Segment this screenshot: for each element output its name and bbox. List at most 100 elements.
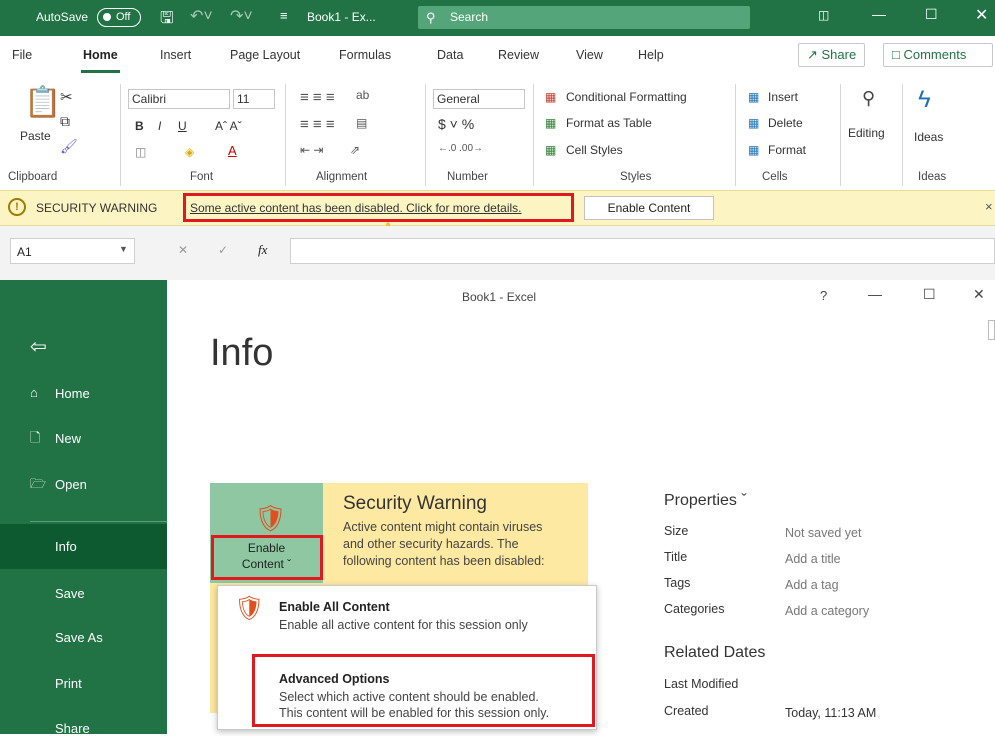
customize-qat-icon[interactable]: ≡ <box>280 8 288 23</box>
indent-icon[interactable]: ⇤ ⇥ <box>300 143 323 157</box>
function-icon[interactable]: fx <box>258 242 267 258</box>
ideas-button[interactable]: Ideas <box>914 130 943 144</box>
font-size-select[interactable]: 11 <box>233 89 275 109</box>
search-box[interactable]: ⚲ Search <box>418 6 750 29</box>
nav-home[interactable]: Home <box>55 386 90 401</box>
divider <box>735 84 736 186</box>
share-button[interactable]: ↗ Share <box>798 43 866 67</box>
scrollbar[interactable] <box>988 320 995 340</box>
enable-all-content-option[interactable]: Enable All Content Enable all active con… <box>218 586 596 638</box>
cancel-icon[interactable]: ✕ <box>178 243 188 257</box>
borders-icon[interactable]: ◫ <box>135 145 146 159</box>
enable-content-button[interactable]: Enable Content <box>584 196 714 220</box>
share-icon: ↗ <box>807 47 822 62</box>
paste-icon[interactable]: 📋 <box>24 85 61 120</box>
insert-cells-button[interactable]: Insert <box>768 90 798 104</box>
format-painter-icon[interactable]: 🖌 <box>60 138 78 155</box>
security-warning-text: following content has been disabled: <box>343 554 545 568</box>
tab-formulas[interactable]: Formulas <box>339 48 391 62</box>
delete-cells-button[interactable]: Delete <box>768 116 803 130</box>
wrap-text-icon[interactable]: ab <box>356 88 369 102</box>
cell-styles-icon: ▦ <box>545 143 557 157</box>
name-box[interactable]: A1 ▼ <box>10 238 135 264</box>
security-warning-title: SECURITY WARNING <box>36 201 158 215</box>
autosave-label: AutoSave <box>36 10 89 24</box>
help-icon[interactable]: ? <box>820 288 827 303</box>
increase-font-icon[interactable]: Aˆ Aˇ <box>215 119 242 133</box>
divider <box>120 84 121 186</box>
align-top-icon[interactable]: ≡ ≡ ≡ <box>300 89 335 106</box>
properties-dropdown[interactable]: Properties ˇ <box>664 492 747 510</box>
tab-data[interactable]: Data <box>437 48 463 62</box>
close-warning-icon[interactable]: × <box>985 199 993 214</box>
property-value[interactable]: Add a category <box>785 604 869 618</box>
enter-icon[interactable]: ✓ <box>218 243 228 257</box>
nav-print[interactable]: Print <box>55 676 82 691</box>
merge-icon[interactable]: ▤ <box>356 116 367 130</box>
ribbon-display-icon[interactable]: ◫ <box>818 8 829 22</box>
number-buttons[interactable]: $ ˅ % <box>438 116 474 132</box>
tab-page-layout[interactable]: Page Layout <box>230 48 300 62</box>
editing-button[interactable]: Editing <box>848 126 885 140</box>
nav-info[interactable]: Info <box>0 524 167 569</box>
decimal-icon[interactable]: ←.0 .00→ <box>438 143 483 154</box>
close-icon[interactable]: ✕ <box>973 286 985 303</box>
tab-review[interactable]: Review <box>498 48 539 62</box>
conditional-formatting-button[interactable]: Conditional Formatting <box>566 90 687 104</box>
editing-search-icon[interactable]: ⚲ <box>862 88 875 109</box>
cut-icon[interactable]: ✂ <box>60 88 73 106</box>
font-color-icon[interactable]: A <box>228 143 237 158</box>
divider <box>30 521 167 522</box>
comments-button[interactable]: □ Comments <box>883 43 993 67</box>
nav-new[interactable]: New <box>55 431 81 446</box>
security-warning-text: and other security hazards. The <box>343 537 519 551</box>
tab-home[interactable]: Home <box>81 48 120 73</box>
ideas-icon[interactable]: ϟ <box>918 86 931 114</box>
tab-insert[interactable]: Insert <box>160 48 191 62</box>
group-label-clipboard: Clipboard <box>8 171 58 183</box>
format-cells-button[interactable]: Format <box>768 143 806 157</box>
format-as-table-button[interactable]: Format as Table <box>566 116 652 130</box>
copy-icon[interactable]: ⧉ <box>60 113 70 130</box>
tab-help[interactable]: Help <box>638 48 664 62</box>
tab-file[interactable]: File <box>12 48 32 62</box>
number-format-select[interactable]: General <box>433 89 525 109</box>
maximize-icon[interactable]: ☐ <box>923 286 936 303</box>
open-icon: 🗁 <box>30 476 47 491</box>
nav-open[interactable]: Open <box>55 477 87 492</box>
title-bar: AutoSave Off 🖫 ↶˅ ↷˅ ≡ Book1 - Ex... ⚲ S… <box>0 0 995 36</box>
autosave-toggle[interactable]: Off <box>97 8 141 27</box>
orientation-icon[interactable]: ⇗ <box>350 143 360 157</box>
italic-icon[interactable]: I <box>158 119 161 133</box>
tab-view[interactable]: View <box>576 48 603 62</box>
formula-bar: A1 ▼ ✕ ✓ fx <box>0 226 995 280</box>
close-icon[interactable]: ✕ <box>975 5 988 25</box>
divider <box>425 84 426 186</box>
font-name-select[interactable]: Calibri <box>128 89 230 109</box>
created-label: Created <box>664 704 709 718</box>
redo-icon[interactable]: ↷˅ <box>230 6 253 26</box>
minimize-icon[interactable]: — <box>868 286 882 302</box>
paste-button[interactable]: Paste <box>20 129 51 143</box>
minimize-icon[interactable]: — <box>872 6 886 22</box>
underline-icon[interactable]: U <box>178 119 187 133</box>
new-icon: 🗋 <box>30 430 41 445</box>
back-arrow-icon[interactable]: ⇦ <box>30 334 47 359</box>
insert-cells-icon: ▦ <box>748 90 760 104</box>
nav-save-as[interactable]: Save As <box>55 630 103 645</box>
security-warning-text: Active content might contain viruses <box>343 520 543 534</box>
backstage-sidebar: ⇦ ⌂ Home 🗋 New 🗁 Open Info Save Save As … <box>0 280 167 736</box>
chevron-down-icon: ▼ <box>119 244 128 254</box>
highlight-box <box>183 193 574 222</box>
cell-styles-button[interactable]: Cell Styles <box>566 143 623 157</box>
undo-icon[interactable]: ↶˅ <box>190 6 213 26</box>
save-icon[interactable]: 🖫 <box>160 7 174 34</box>
align-left-icon[interactable]: ≡ ≡ ≡ <box>300 116 335 133</box>
property-value[interactable]: Add a title <box>785 552 841 566</box>
formula-input[interactable] <box>290 238 995 264</box>
bold-icon[interactable]: B <box>135 119 144 133</box>
nav-save[interactable]: Save <box>55 586 85 601</box>
property-value[interactable]: Add a tag <box>785 578 839 592</box>
fill-color-icon[interactable]: ◈ <box>185 145 194 159</box>
maximize-icon[interactable]: ☐ <box>925 6 938 23</box>
